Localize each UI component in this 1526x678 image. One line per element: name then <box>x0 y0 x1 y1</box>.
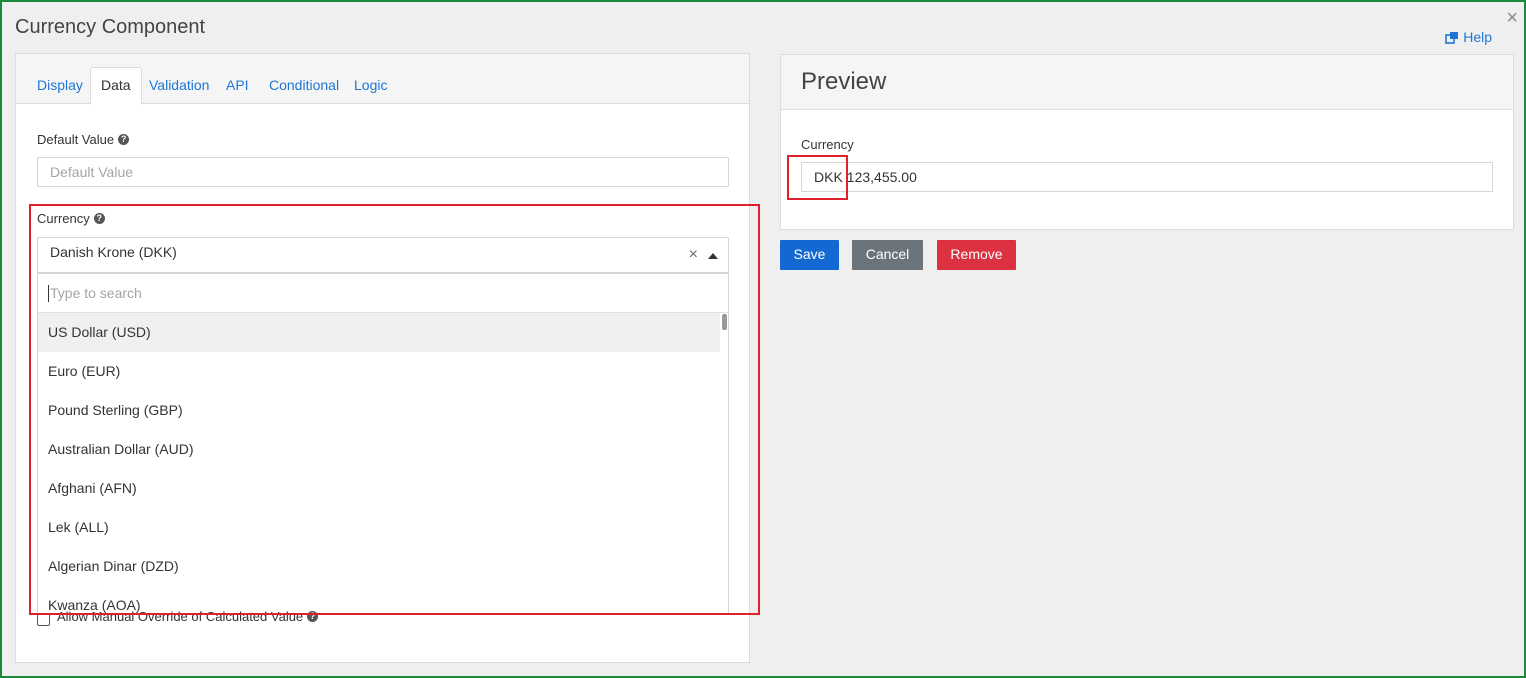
edit-panel: Display Data Validation API Conditional … <box>15 53 750 663</box>
cancel-button[interactable]: Cancel <box>852 240 923 270</box>
tab-display[interactable]: Display <box>37 67 83 104</box>
currency-option-eur[interactable]: Euro (EUR) <box>38 352 720 391</box>
default-value-placeholder: Default Value <box>50 164 134 180</box>
preview-panel: Preview Currency DKK 123,455.00 <box>780 54 1514 230</box>
dropdown-scrollbar[interactable] <box>722 314 727 330</box>
currency-option-all[interactable]: Lek (ALL) <box>38 508 720 547</box>
currency-select[interactable]: Danish Krone (DKK) × <box>37 237 729 273</box>
currency-component-dialog: Currency Component × Help Display Data V… <box>0 0 1526 678</box>
external-link-icon <box>1445 31 1459 44</box>
question-circle-icon[interactable]: ? <box>118 134 130 145</box>
preview-header: Preview <box>781 55 1513 110</box>
tab-logic[interactable]: Logic <box>354 67 387 104</box>
currency-value: 123,455.00 <box>846 169 917 185</box>
currency-search-input[interactable]: Type to search <box>38 273 728 313</box>
manual-override-checkbox[interactable] <box>37 613 50 626</box>
currency-option-afn[interactable]: Afghani (AFN) <box>38 469 720 508</box>
question-circle-icon[interactable]: ? <box>93 213 105 224</box>
currency-option-gbp[interactable]: Pound Sterling (GBP) <box>38 391 720 430</box>
currency-option-usd[interactable]: US Dollar (USD) <box>38 313 720 352</box>
currency-prefix: DKK <box>814 169 843 185</box>
tab-data[interactable]: Data <box>90 67 142 105</box>
currency-label-text: Currency <box>37 211 90 226</box>
currency-label: Currency ? <box>37 211 105 226</box>
tab-api[interactable]: API <box>226 67 249 104</box>
tabs-bar: Display Data Validation API Conditional … <box>16 54 749 105</box>
default-value-input[interactable]: Default Value <box>37 157 729 187</box>
default-value-label-text: Default Value <box>37 132 115 147</box>
default-value-label: Default Value ? <box>37 132 130 147</box>
manual-override-label: Allow Manual Override of Calculated Valu… <box>57 609 319 624</box>
currency-option-dzd[interactable]: Algerian Dinar (DZD) <box>38 547 720 586</box>
currency-select-value: Danish Krone (DKK) <box>50 244 177 260</box>
tab-validation[interactable]: Validation <box>149 67 209 104</box>
close-icon[interactable]: × <box>1506 8 1518 28</box>
help-label: Help <box>1463 29 1492 45</box>
currency-dropdown: Type to search US Dollar (USD) Euro (EUR… <box>37 273 729 614</box>
help-link[interactable]: Help <box>1445 29 1492 45</box>
caret-up-icon[interactable] <box>708 253 718 259</box>
remove-button[interactable]: Remove <box>937 240 1016 270</box>
clear-selection-icon[interactable]: × <box>689 246 698 264</box>
text-cursor <box>48 285 49 302</box>
currency-search-placeholder: Type to search <box>50 285 142 301</box>
tab-conditional[interactable]: Conditional <box>269 67 339 104</box>
currency-option-aud[interactable]: Australian Dollar (AUD) <box>38 430 720 469</box>
question-circle-icon[interactable]: ? <box>307 611 319 622</box>
currency-option-list: US Dollar (USD) Euro (EUR) Pound Sterlin… <box>38 313 720 613</box>
manual-override-label-text: Allow Manual Override of Calculated Valu… <box>57 609 304 624</box>
dialog-title: Currency Component <box>15 16 206 38</box>
preview-currency-input[interactable]: DKK 123,455.00 <box>801 162 1493 192</box>
preview-currency-label: Currency <box>801 137 854 152</box>
save-button[interactable]: Save <box>780 240 839 270</box>
preview-title: Preview <box>801 68 887 95</box>
